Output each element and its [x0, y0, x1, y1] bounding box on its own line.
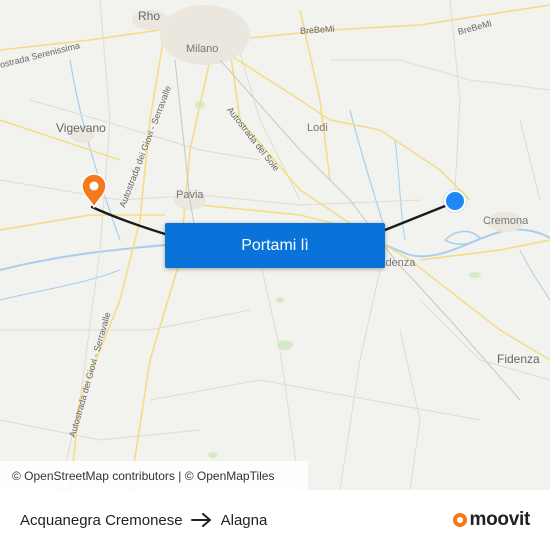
- destination-pin: [81, 173, 107, 209]
- footer: Acquanegra Cremonese Alagna moovit: [0, 490, 550, 550]
- place-lodi: Lodi: [307, 122, 328, 134]
- place-pavia: Pavia: [176, 189, 204, 201]
- take-me-there-button[interactable]: Portami lì: [165, 223, 385, 268]
- map-attribution[interactable]: © OpenStreetMap contributors | © OpenMap…: [0, 461, 308, 490]
- route-summary: Acquanegra Cremonese Alagna: [20, 512, 267, 529]
- arrow-right-icon: [190, 513, 213, 527]
- place-fidenza-partial: idenza: [383, 257, 416, 269]
- moovit-logo-icon: [452, 513, 467, 527]
- place-fidenza: Fidenza: [497, 352, 540, 366]
- moovit-logo: moovit: [452, 509, 531, 531]
- origin-marker: [443, 189, 467, 213]
- place-rho: Rho: [138, 9, 161, 23]
- origin-name: Acquanegra Cremonese: [20, 511, 183, 529]
- moovit-wordmark: moovit: [469, 509, 531, 530]
- place-cremona: Cremona: [483, 215, 529, 227]
- destination-name: Alagna: [220, 511, 268, 529]
- place-vigevano: Vigevano: [56, 121, 106, 135]
- place-milano: Milano: [186, 43, 219, 55]
